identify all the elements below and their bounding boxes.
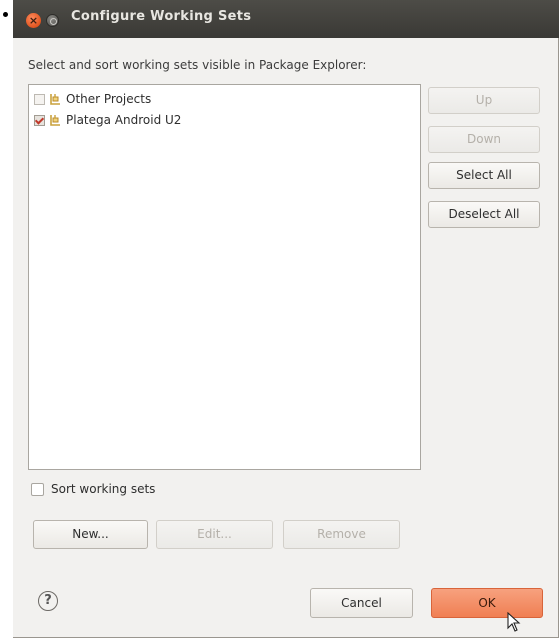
working-sets-list[interactable]: Other Projects Platega Android U2 bbox=[28, 84, 421, 470]
working-set-label: Platega Android U2 bbox=[66, 113, 182, 127]
working-set-icon bbox=[50, 115, 60, 126]
list-item-platega-android-u2[interactable]: Platega Android U2 bbox=[34, 110, 181, 130]
sort-working-sets-row[interactable]: Sort working sets bbox=[31, 482, 155, 496]
minimize-icon[interactable] bbox=[46, 14, 59, 27]
other-projects-checkbox[interactable] bbox=[34, 93, 45, 105]
title-bar: × Configure Working Sets bbox=[13, 0, 559, 38]
ok-button[interactable]: OK bbox=[431, 588, 543, 618]
configure-working-sets-dialog: × Configure Working Sets Select and sort… bbox=[13, 0, 559, 638]
platega-android-u2-checkbox[interactable] bbox=[34, 114, 45, 126]
list-item-other-projects[interactable]: Other Projects bbox=[34, 89, 151, 109]
sort-working-sets-checkbox[interactable] bbox=[31, 482, 44, 496]
up-button[interactable]: Up bbox=[428, 87, 540, 114]
remove-button[interactable]: Remove bbox=[283, 520, 400, 549]
sort-working-sets-label: Sort working sets bbox=[51, 482, 156, 496]
down-button[interactable]: Down bbox=[428, 126, 540, 153]
list-bullet bbox=[3, 12, 8, 17]
close-icon[interactable]: × bbox=[26, 13, 41, 28]
instruction-text: Select and sort working sets visible in … bbox=[28, 58, 367, 72]
edit-button[interactable]: Edit... bbox=[156, 520, 273, 549]
working-set-icon bbox=[50, 94, 60, 105]
new-button[interactable]: New... bbox=[33, 520, 148, 549]
working-set-label: Other Projects bbox=[66, 92, 152, 106]
select-all-button[interactable]: Select All bbox=[428, 162, 540, 189]
mouse-pointer-icon bbox=[507, 612, 521, 632]
help-icon[interactable]: ? bbox=[38, 591, 58, 611]
cancel-button[interactable]: Cancel bbox=[310, 588, 413, 618]
window-title: Configure Working Sets bbox=[71, 9, 252, 24]
deselect-all-button[interactable]: Deselect All bbox=[428, 201, 540, 228]
